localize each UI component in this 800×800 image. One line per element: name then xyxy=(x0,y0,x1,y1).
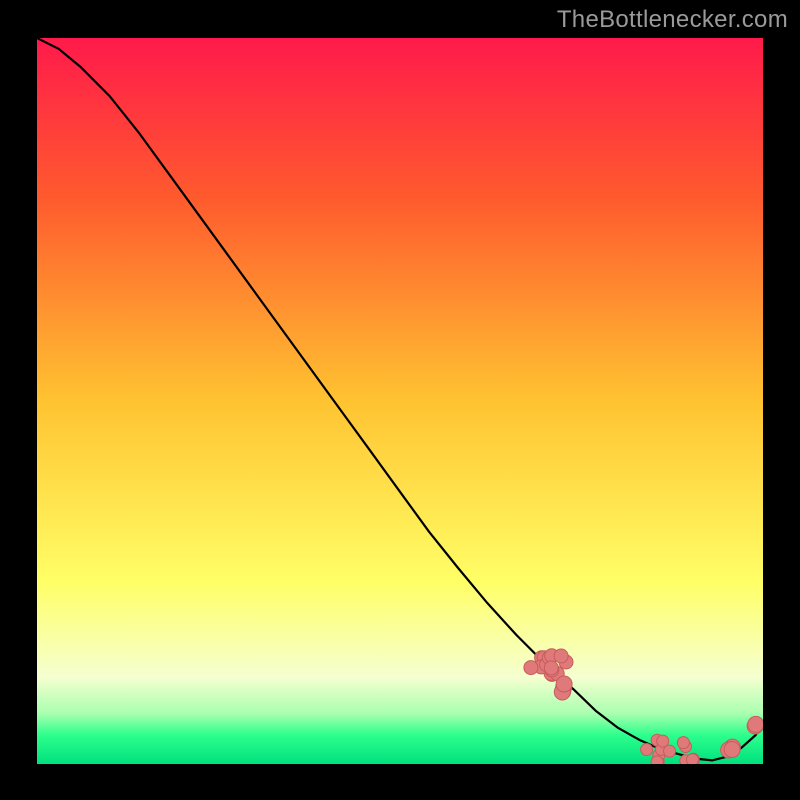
watermark-text: TheBottlenecker.com xyxy=(557,6,788,34)
data-dot xyxy=(641,744,653,756)
chart-frame: TheBottlenecker.com xyxy=(0,0,800,800)
chart-svg xyxy=(37,38,763,764)
data-dot xyxy=(664,745,676,757)
data-dot xyxy=(651,756,663,764)
data-dot xyxy=(748,716,763,732)
data-dot xyxy=(686,754,698,764)
data-dot xyxy=(677,737,689,749)
data-dot xyxy=(524,661,538,675)
data-dot xyxy=(724,742,740,758)
data-dot xyxy=(554,649,568,663)
plot-area xyxy=(37,38,763,764)
data-dot xyxy=(544,661,558,675)
data-dot xyxy=(556,676,572,692)
gradient-background xyxy=(37,38,763,764)
